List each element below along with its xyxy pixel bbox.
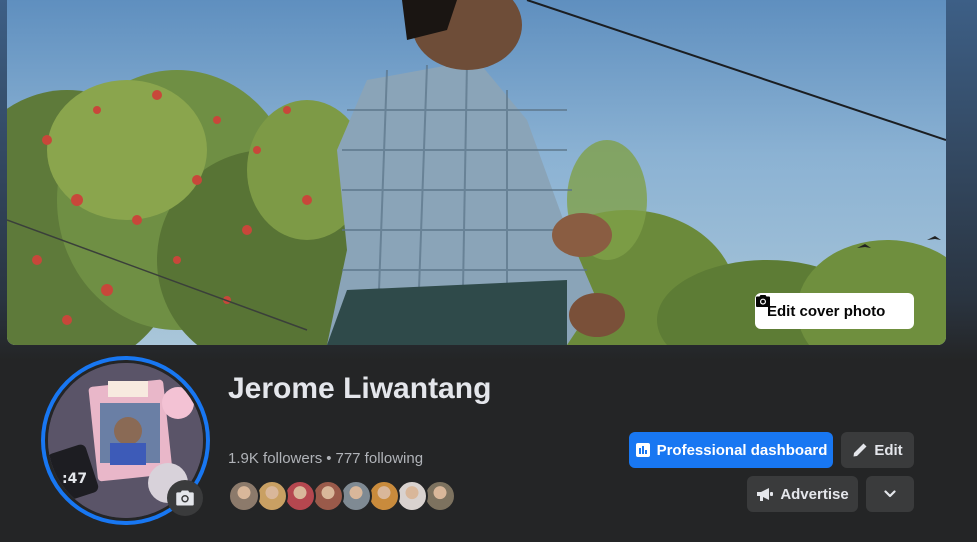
cover-photo[interactable]: Edit cover photo — [7, 0, 946, 345]
edit-profile-label: Edit — [874, 441, 903, 459]
friend-avatar[interactable] — [228, 480, 260, 512]
friend-avatar[interactable] — [312, 480, 344, 512]
followers-link[interactable]: 1.9K followers — [228, 450, 322, 467]
camera-icon — [176, 490, 194, 506]
edit-cover-photo-label: Edit cover photo — [767, 302, 886, 320]
advertise-label: Advertise — [780, 485, 849, 503]
edit-cover-photo-button[interactable]: Edit cover photo — [755, 293, 914, 329]
advertise-button[interactable]: Advertise — [747, 476, 858, 512]
update-profile-picture-button[interactable] — [167, 480, 203, 516]
megaphone-icon — [757, 488, 774, 501]
friend-avatar[interactable] — [396, 480, 428, 512]
stats-separator: • — [326, 450, 332, 467]
friend-avatar[interactable] — [340, 480, 372, 512]
professional-dashboard-button[interactable]: Professional dashboard — [629, 432, 833, 468]
friends-avatar-stack — [228, 480, 456, 512]
chart-icon — [635, 443, 650, 457]
pencil-icon — [853, 443, 867, 457]
svg-text::47: :47 — [62, 471, 87, 487]
friend-avatar[interactable] — [368, 480, 400, 512]
chevron-down-icon — [884, 490, 896, 498]
friend-avatar[interactable] — [424, 480, 456, 512]
follow-stats: 1.9K followers • 777 following — [228, 450, 423, 467]
professional-dashboard-label: Professional dashboard — [656, 441, 828, 459]
profile-name: Jerome Liwantang — [228, 372, 492, 405]
edit-profile-button[interactable]: Edit — [841, 432, 914, 468]
friend-avatar[interactable] — [284, 480, 316, 512]
camera-icon — [756, 295, 770, 307]
following-link[interactable]: 777 following — [335, 450, 423, 467]
more-options-button[interactable] — [866, 476, 914, 512]
friend-avatar[interactable] — [256, 480, 288, 512]
